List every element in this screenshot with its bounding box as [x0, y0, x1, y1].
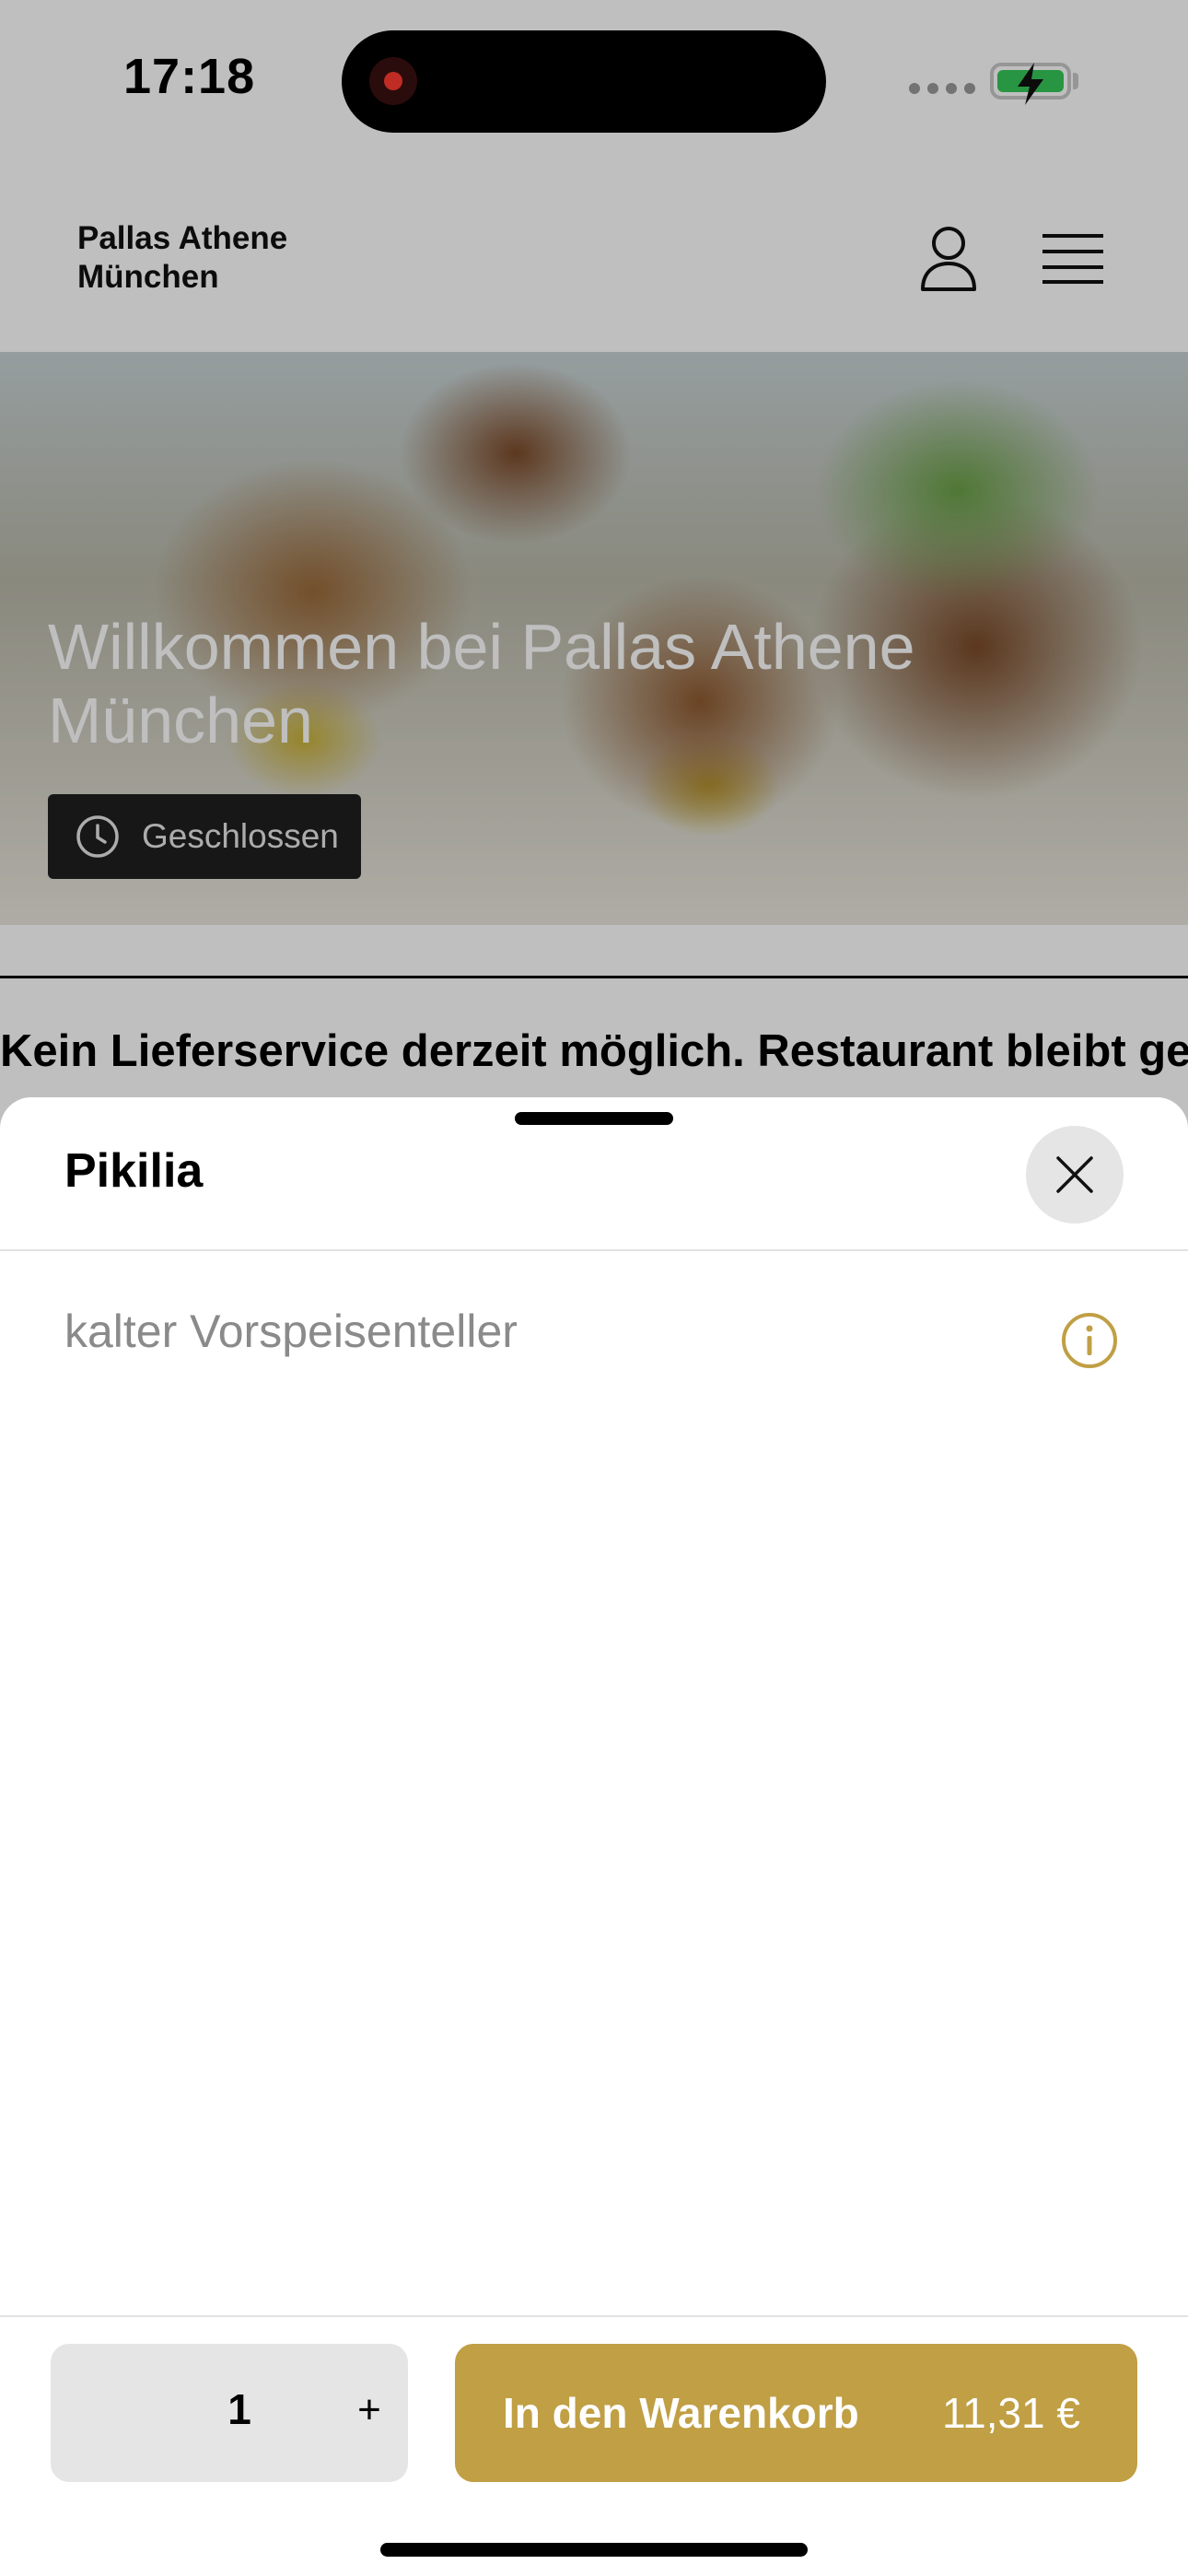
quantity-stepper: 1 +	[51, 2344, 408, 2482]
close-button[interactable]	[1026, 1126, 1124, 1224]
product-description: kalter Vorspeisenteller	[64, 1306, 518, 1357]
home-indicator[interactable]	[380, 2543, 808, 2557]
add-to-cart-label: In den Warenkorb	[503, 2389, 859, 2437]
sheet-grabber[interactable]	[515, 1112, 673, 1125]
divider	[0, 1249, 1188, 1251]
product-sheet: Pikilia kalter Vorspeisenteller 1 + In d…	[0, 1097, 1188, 2576]
product-title: Pikilia	[64, 1144, 204, 1198]
divider	[0, 2315, 1188, 2317]
close-icon	[1056, 1156, 1093, 1193]
add-to-cart-button[interactable]: In den Warenkorb 11,31 €	[455, 2344, 1137, 2482]
quantity-value: 1	[227, 2385, 251, 2433]
increase-quantity-button[interactable]: +	[344, 2383, 395, 2438]
price-label: 11,31 €	[941, 2389, 1080, 2437]
info-icon[interactable]	[1060, 1311, 1119, 1370]
